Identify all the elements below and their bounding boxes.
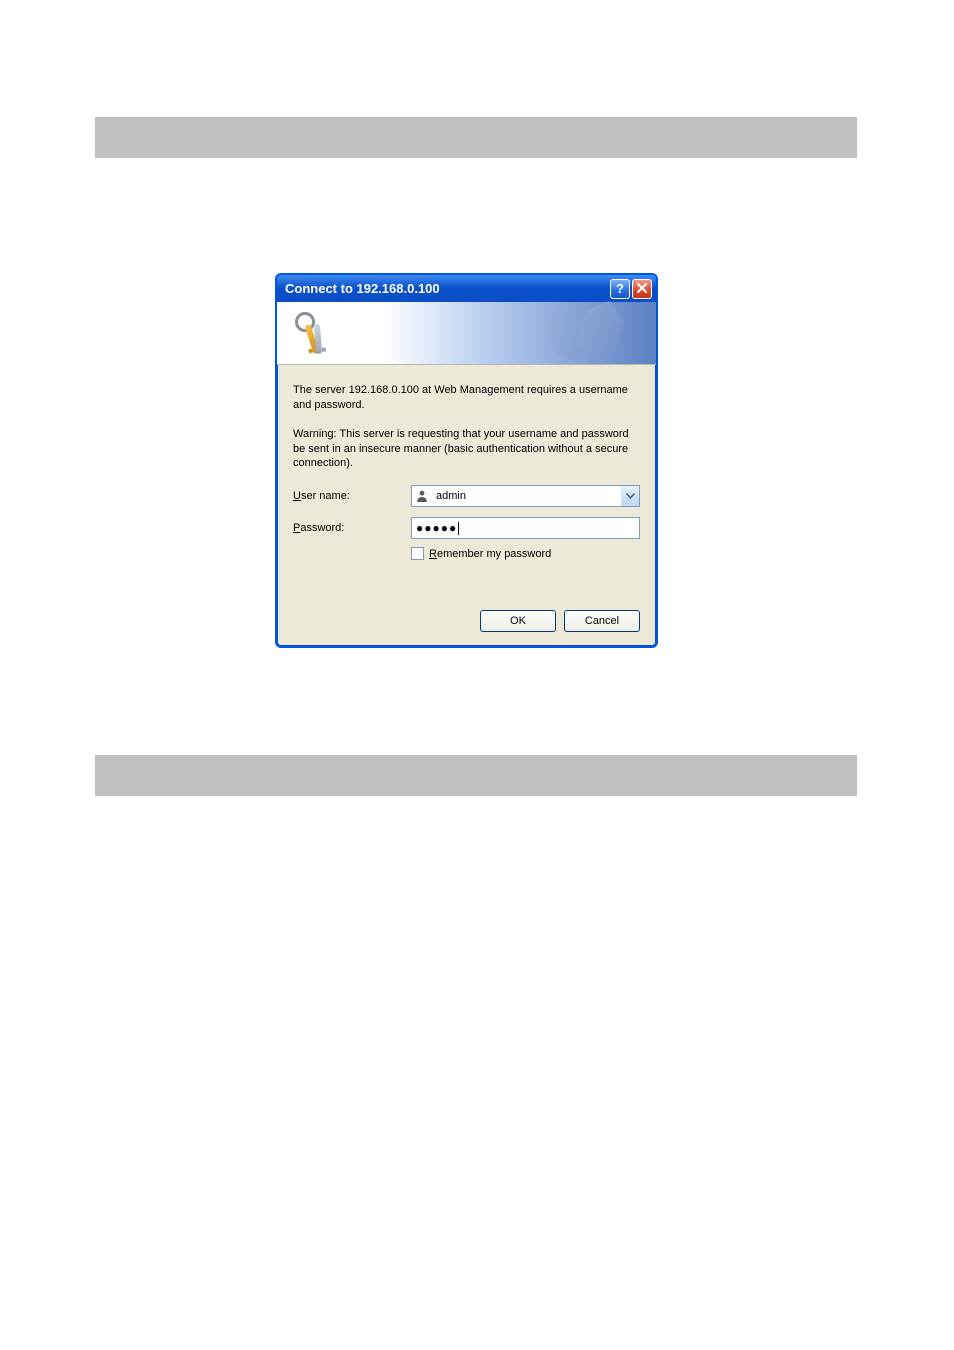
username-value: admin (434, 490, 621, 502)
password-masked-value: ●●●●● (416, 521, 457, 535)
cancel-button[interactable]: Cancel (564, 610, 640, 632)
banner-ghost-keys-icon (531, 307, 641, 362)
user-icon (414, 488, 430, 504)
remember-label: Remember my password (429, 548, 551, 560)
remember-row: Remember my password (411, 547, 640, 560)
keys-icon (291, 308, 341, 358)
form: User name: admin (293, 485, 640, 632)
close-button[interactable] (632, 279, 652, 299)
server-message: The server 192.168.0.100 at Web Manageme… (293, 383, 640, 413)
password-row: Password: ●●●●● (293, 517, 640, 539)
remember-checkbox[interactable] (411, 547, 424, 560)
warning-message: Warning: This server is requesting that … (293, 427, 640, 472)
decorative-bar-top (95, 117, 857, 158)
window-title: Connect to 192.168.0.100 (285, 281, 608, 296)
dialog-buttons: OK Cancel (293, 610, 640, 632)
decorative-bar-bottom (95, 755, 857, 796)
ok-button[interactable]: OK (480, 610, 556, 632)
password-label: Password: (293, 522, 411, 534)
dialog-banner (277, 302, 656, 365)
password-input[interactable]: ●●●●● (411, 517, 640, 539)
username-row: User name: admin (293, 485, 640, 507)
auth-dialog: Connect to 192.168.0.100 ? The server 19… (275, 273, 658, 648)
username-label: User name: (293, 490, 411, 502)
help-icon: ? (616, 281, 624, 296)
dialog-body: The server 192.168.0.100 at Web Manageme… (277, 365, 656, 646)
chevron-down-icon (626, 493, 635, 499)
help-button[interactable]: ? (610, 279, 630, 299)
text-caret (458, 522, 459, 535)
titlebar[interactable]: Connect to 192.168.0.100 ? (277, 275, 656, 302)
combobox-dropdown-button[interactable] (621, 486, 639, 506)
username-combobox[interactable]: admin (411, 485, 640, 507)
close-icon (637, 281, 647, 296)
